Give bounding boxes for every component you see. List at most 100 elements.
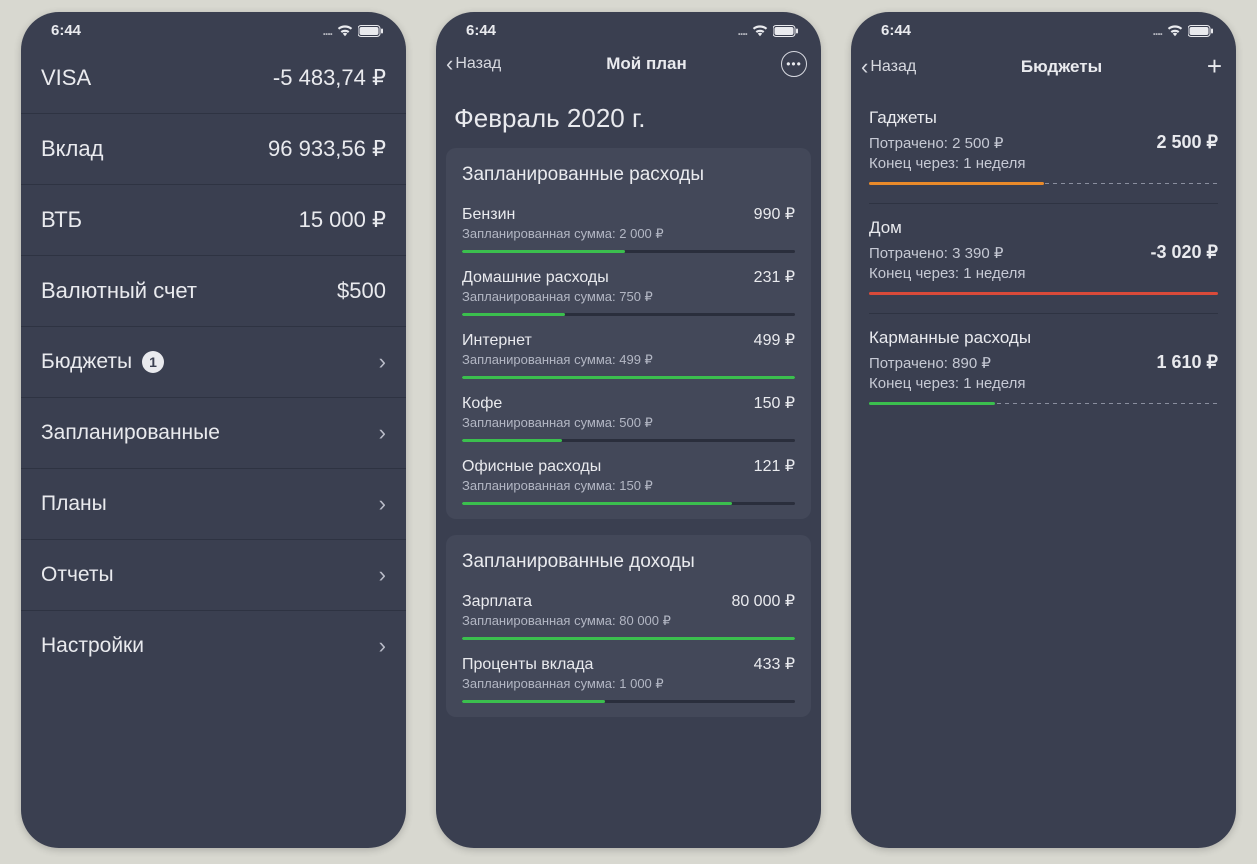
chevron-left-icon: ‹	[446, 53, 453, 75]
nav-title: Бюджеты	[941, 57, 1182, 77]
menu-label: Настройки	[41, 634, 144, 658]
progress-bar	[462, 250, 795, 253]
month-title: Февраль 2020 г.	[436, 89, 821, 148]
menu-plans[interactable]: Планы ›	[21, 469, 406, 540]
status-bar: 6:44 ....	[21, 12, 406, 43]
nav-bar: ‹ Назад Бюджеты +	[851, 43, 1236, 94]
progress-bar	[462, 700, 795, 703]
add-button[interactable]: +	[1207, 51, 1222, 82]
plan-item[interactable]: Офисные расходы 121 ₽ Запланированная сумм…	[460, 450, 797, 513]
phone-screen-accounts: 6:44 .... VISA -5 483,74 ₽ Вклад 96 933,…	[21, 12, 406, 848]
phone-screen-budgets: 6:44 .... ‹ Назад Бюджеты + ГаджетыПотра…	[851, 12, 1236, 848]
plan-planned: Запланированная сумма: 150 ₽	[462, 478, 795, 494]
chevron-left-icon: ‹	[861, 56, 868, 78]
plan-actual: 990 ₽	[754, 204, 795, 224]
menu-label: Отчеты	[41, 563, 114, 587]
progress-bar	[869, 182, 1218, 185]
status-time: 6:44	[881, 22, 911, 39]
account-value: 15 000 ₽	[299, 207, 386, 233]
plan-actual: 433 ₽	[754, 654, 795, 674]
wifi-icon	[1166, 24, 1184, 37]
menu-label: Планы	[41, 492, 107, 516]
plan-planned: Запланированная сумма: 1 000 ₽	[462, 676, 795, 692]
back-button[interactable]: ‹ Назад	[446, 53, 526, 75]
progress-bar	[462, 502, 795, 505]
account-row-vtb[interactable]: ВТБ 15 000 ₽	[21, 185, 406, 256]
budget-remaining: -3 020 ₽	[1151, 242, 1219, 263]
plan-name: Бензин	[462, 206, 515, 224]
budget-item[interactable]: ГаджетыПотрачено: 2 500 ₽2 500 ₽Конец че…	[851, 94, 1236, 193]
budget-spent: Потрачено: 890 ₽	[869, 354, 991, 372]
account-row-currency[interactable]: Валютный счет $500	[21, 256, 406, 327]
account-name: ВТБ	[41, 207, 82, 233]
status-time: 6:44	[466, 22, 496, 39]
plan-name: Офисные расходы	[462, 458, 601, 476]
menu-budgets[interactable]: Бюджеты 1 ›	[21, 327, 406, 398]
chevron-right-icon: ›	[379, 562, 386, 588]
status-icons: ....	[323, 24, 384, 38]
menu-planned[interactable]: Запланированные ›	[21, 398, 406, 469]
budget-item[interactable]: Карманные расходыПотрачено: 890 ₽1 610 ₽…	[851, 314, 1236, 413]
plan-name: Зарплата	[462, 593, 532, 611]
menu-settings[interactable]: Настройки ›	[21, 611, 406, 681]
nav-title: Мой план	[526, 54, 767, 74]
budget-name: Дом	[869, 218, 1218, 238]
account-row-vklad[interactable]: Вклад 96 933,56 ₽	[21, 114, 406, 185]
budget-spent: Потрачено: 3 390 ₽	[869, 244, 1003, 262]
plan-item[interactable]: Интернет499 ₽Запланированная сумма: 499 …	[460, 324, 797, 387]
budget-item[interactable]: ДомПотрачено: 3 390 ₽-3 020 ₽Конец через…	[851, 204, 1236, 303]
progress-bar	[462, 376, 795, 379]
more-button[interactable]: •••	[781, 51, 807, 77]
section-title: Запланированные доходы	[460, 547, 797, 585]
chevron-right-icon: ›	[379, 420, 386, 446]
cellular-icon: ....	[738, 24, 747, 38]
budget-name: Гаджеты	[869, 108, 1218, 128]
account-name: Вклад	[41, 136, 103, 162]
plan-actual: 150 ₽	[754, 393, 795, 413]
budget-remaining: 2 500 ₽	[1157, 132, 1219, 153]
progress-bar	[462, 637, 795, 640]
ellipsis-icon: •••	[786, 57, 802, 71]
battery-icon	[358, 25, 384, 37]
plan-item[interactable]: Домашние расходы 231 ₽ Запланированная сум…	[460, 261, 797, 324]
chevron-right-icon: ›	[379, 633, 386, 659]
plan-planned: Запланированная сумма: 2 000 ₽	[462, 226, 795, 242]
budgets-badge: 1	[142, 351, 164, 373]
battery-icon	[1188, 25, 1214, 37]
planned-expenses-card: Запланированные расходы Бензин990 ₽Запла…	[446, 148, 811, 519]
back-button[interactable]: ‹ Назад	[861, 56, 941, 78]
phone-screen-plan: 6:44 .... ‹ Назад Мой план ••• Февраль 2…	[436, 12, 821, 848]
account-row-visa[interactable]: VISA -5 483,74 ₽	[21, 43, 406, 114]
budget-ends: Конец через: 1 неделя	[869, 375, 1218, 392]
plan-name: Проценты вклада	[462, 656, 593, 674]
menu-reports[interactable]: Отчеты ›	[21, 540, 406, 611]
plan-item[interactable]: Проценты вклада 433 ₽ Запланированная сумм…	[460, 648, 797, 711]
progress-bar	[462, 313, 795, 316]
status-bar: 6:44 ....	[851, 12, 1236, 43]
account-value: $500	[337, 278, 386, 304]
plan-actual: 499 ₽	[754, 330, 795, 350]
menu-label: Бюджеты	[41, 350, 132, 374]
cellular-icon: ....	[1153, 24, 1162, 38]
progress-bar	[462, 439, 795, 442]
plan-item[interactable]: Бензин 990 ₽ Запланированная сумма: 2 000 …	[460, 198, 797, 261]
status-time: 6:44	[51, 22, 81, 39]
plan-planned: Запланированная сумма: 499 ₽	[462, 352, 795, 368]
chevron-right-icon: ›	[379, 349, 386, 375]
budget-ends: Конец через: 1 неделя	[869, 155, 1218, 172]
plan-planned: Запланированная сумма: 750 ₽	[462, 289, 795, 305]
plan-actual: 121 ₽	[754, 456, 795, 476]
plan-planned: Запланированная сумма: 80 000 ₽	[462, 613, 795, 629]
plan-item[interactable]: Зарплата 80 000 ₽ Запланированная сумма: 8…	[460, 585, 797, 648]
wifi-icon	[336, 24, 354, 37]
account-value: 96 933,56 ₽	[268, 136, 386, 162]
nav-bar: ‹ Назад Мой план •••	[436, 43, 821, 89]
plan-name: Кофе	[462, 395, 502, 413]
plan-name: Домашние расходы	[462, 269, 609, 287]
progress-bar	[869, 292, 1218, 295]
battery-icon	[773, 25, 799, 37]
plan-actual: 80 000 ₽	[731, 591, 795, 611]
plan-planned: Запланированная сумма: 500 ₽	[462, 415, 795, 431]
plan-item[interactable]: Кофе 150 ₽ Запланированная сумма: 500 ₽	[460, 387, 797, 450]
plan-actual: 231 ₽	[754, 267, 795, 287]
